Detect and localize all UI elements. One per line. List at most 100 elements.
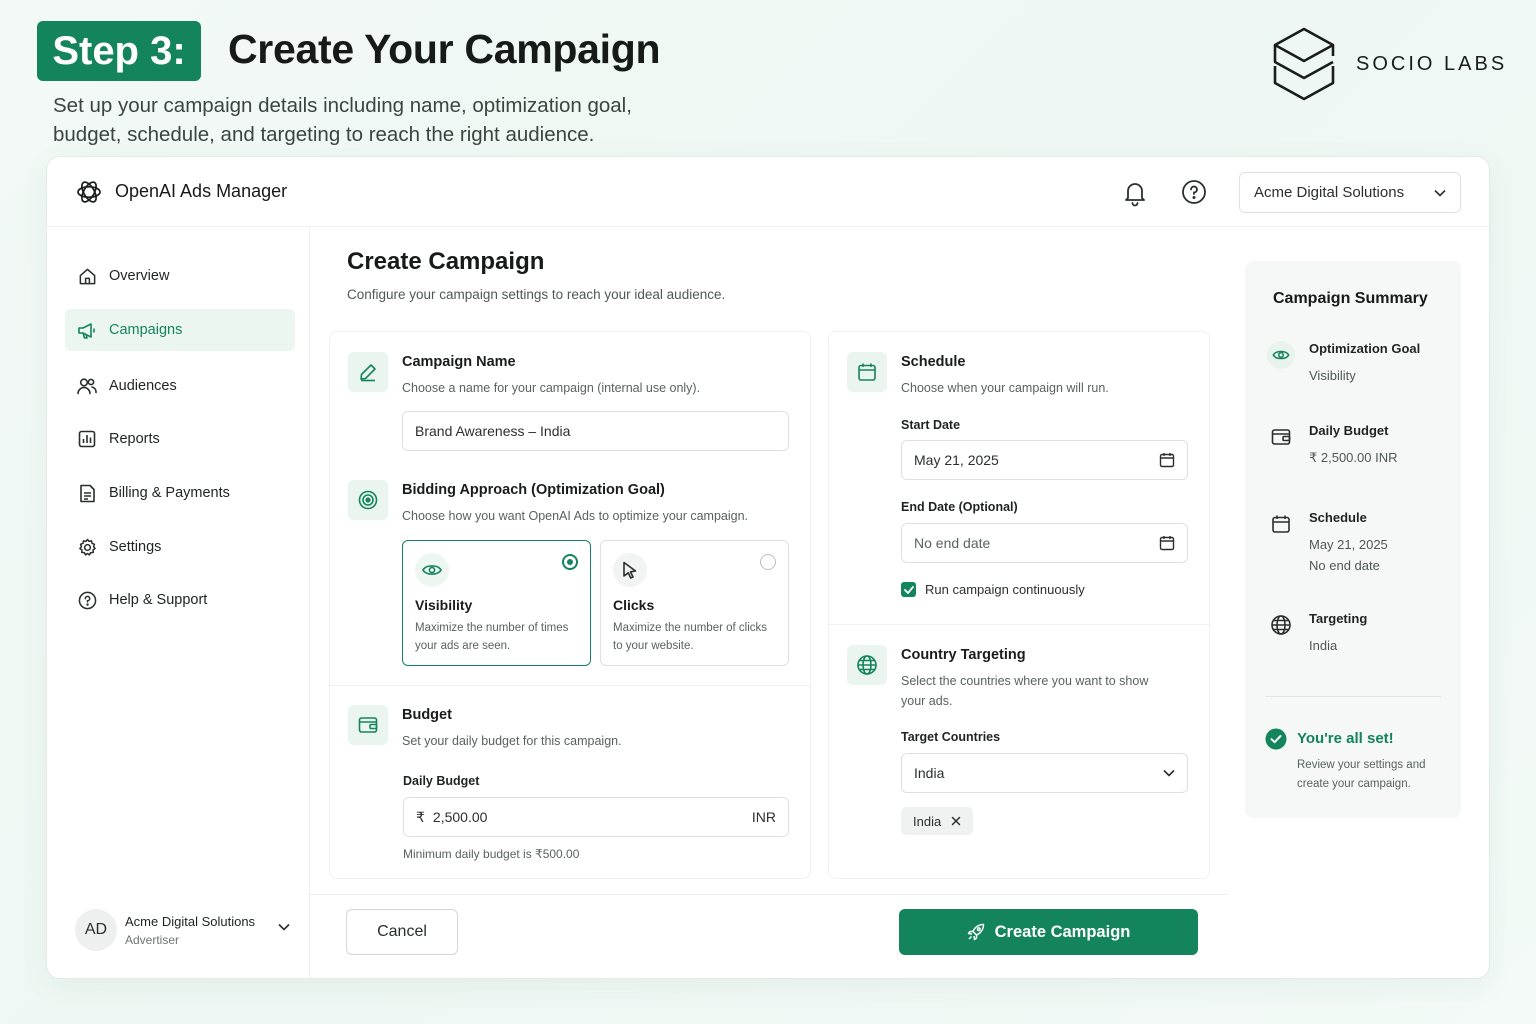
billing-icon xyxy=(77,483,97,503)
sidebar-item-label: Help & Support xyxy=(109,592,208,608)
schedule-desc: Choose when your campaign will run. xyxy=(901,381,1109,395)
close-icon[interactable] xyxy=(951,816,961,826)
campaign-name-value: Brand Awareness – India xyxy=(415,423,571,439)
avatar: AD xyxy=(75,909,117,951)
radio-selected[interactable] xyxy=(562,554,578,570)
sidebar-item-reports[interactable]: Reports xyxy=(65,418,295,460)
sidebar-item-billing[interactable]: Billing & Payments xyxy=(65,472,295,514)
schedule-title: Schedule xyxy=(901,354,966,370)
calendar-icon xyxy=(847,352,887,392)
calendar-icon xyxy=(1267,510,1295,538)
chevron-down-icon xyxy=(1163,769,1175,777)
start-date-value: May 21, 2025 xyxy=(914,452,999,468)
end-date-label: End Date (Optional) xyxy=(901,500,1018,514)
budget-desc: Set your daily budget for this campaign. xyxy=(402,734,622,748)
sidebar-item-label: Campaigns xyxy=(109,322,183,338)
daily-budget-value: 2,500.00 xyxy=(432,809,488,825)
top-bar: OpenAI Ads Manager Acme Digital Solution… xyxy=(47,157,1489,227)
chevron-down-icon xyxy=(278,923,290,931)
bidding-title: Bidding Approach (Optimization Goal) xyxy=(402,482,665,498)
currency-code: INR xyxy=(751,809,776,825)
cancel-button[interactable]: Cancel xyxy=(346,909,458,955)
notifications-button[interactable] xyxy=(1122,179,1148,207)
budget-hint: Minimum daily budget is ₹500.00 xyxy=(403,847,580,861)
country-targeting-title: Country Targeting xyxy=(901,647,1026,663)
schedule-targeting-panel: Schedule Choose when your campaign will … xyxy=(828,331,1210,879)
campaign-summary-panel: Campaign Summary Optimization Goal Visib… xyxy=(1245,261,1461,818)
ready-text: Review your settings and create your cam… xyxy=(1297,759,1426,790)
summary-schedule-value: May 21, 2025 No end date xyxy=(1309,534,1388,576)
user-role: Advertiser xyxy=(125,932,180,947)
option-visibility[interactable]: Visibility Maximize the number of times … xyxy=(402,540,591,666)
summary-goal-label: Optimization Goal xyxy=(1309,341,1421,356)
summary-title: Campaign Summary xyxy=(1273,290,1428,307)
start-date-input[interactable]: May 21, 2025 xyxy=(901,440,1188,480)
reports-icon xyxy=(77,429,97,449)
user-name: Acme Digital Solutions xyxy=(125,913,256,929)
end-date-input[interactable]: No end date xyxy=(901,523,1188,563)
openai-logo-icon xyxy=(77,181,101,203)
help-button[interactable] xyxy=(1181,179,1207,205)
question-icon xyxy=(1182,180,1206,204)
help-icon xyxy=(77,590,97,610)
calendar-icon[interactable] xyxy=(1159,535,1175,551)
sidebar-item-overview[interactable]: Overview xyxy=(65,255,295,297)
form-title: Create Campaign xyxy=(347,248,545,275)
sidebar-item-label: Overview xyxy=(109,268,170,284)
create-campaign-label: Create Campaign xyxy=(994,922,1131,941)
option-desc: Maximize the number of times your ads ar… xyxy=(415,622,569,652)
campaign-name-input[interactable]: Brand Awareness – India xyxy=(402,411,789,451)
run-continuously-checkbox[interactable]: Run campaign continuously xyxy=(901,582,1085,597)
rocket-icon xyxy=(967,923,984,941)
chip-label: India xyxy=(913,813,942,829)
sidebar: Overview Campaigns Audiences Reports Bil… xyxy=(47,227,310,978)
check-circle-icon xyxy=(1265,728,1287,750)
account-selector[interactable]: Acme Digital Solutions xyxy=(1239,172,1461,213)
eye-icon xyxy=(415,553,449,587)
summary-targeting-label: Targeting xyxy=(1309,611,1368,626)
option-clicks[interactable]: Clicks Maximize the number of clicks to … xyxy=(600,540,789,666)
radio-unselected[interactable] xyxy=(760,554,776,570)
target-countries-select[interactable]: India xyxy=(901,753,1188,793)
calendar-icon[interactable] xyxy=(1159,452,1175,468)
summary-budget-value: ₹ 2,500.00 INR xyxy=(1309,450,1398,465)
footer-divider xyxy=(310,894,1228,895)
campaign-name-desc: Choose a name for your campaign (interna… xyxy=(402,381,701,395)
globe-icon xyxy=(847,645,887,685)
country-chip: India xyxy=(901,807,974,835)
sidebar-item-settings[interactable]: Settings xyxy=(65,526,295,568)
page-heading: Create Your Campaign xyxy=(228,26,661,72)
summary-schedule-start: May 21, 2025 xyxy=(1309,537,1388,552)
summary-schedule-label: Schedule xyxy=(1309,510,1367,525)
account-name: Acme Digital Solutions xyxy=(1254,184,1405,201)
summary-budget-label: Daily Budget xyxy=(1309,423,1389,438)
pencil-icon xyxy=(348,352,388,392)
daily-budget-input[interactable]: ₹ 2,500.00 INR xyxy=(403,797,789,837)
eye-icon xyxy=(1267,341,1295,369)
page-description: Set up your campaign details including n… xyxy=(53,94,632,146)
sidebar-item-campaigns[interactable]: Campaigns xyxy=(65,309,295,351)
checkbox-label: Run campaign continuously xyxy=(925,582,1085,597)
create-campaign-button[interactable]: Create Campaign xyxy=(899,909,1198,955)
ads-manager-window: OpenAI Ads Manager Acme Digital Solution… xyxy=(46,156,1490,979)
brand-name: SOCIO LABS xyxy=(1356,52,1508,75)
checkbox-checked[interactable] xyxy=(901,582,916,597)
sidebar-item-help[interactable]: Help & Support xyxy=(65,579,295,621)
chevron-down-icon xyxy=(1434,189,1446,197)
check-icon xyxy=(903,585,914,594)
section-divider xyxy=(829,624,1209,625)
globe-icon xyxy=(1267,611,1295,639)
option-desc: Maximize the number of clicks to your we… xyxy=(613,622,768,652)
target-icon xyxy=(348,480,388,520)
summary-goal-value: Visibility xyxy=(1309,368,1356,383)
start-date-label: Start Date xyxy=(901,418,961,432)
user-account-menu[interactable]: AD Acme Digital Solutions Advertiser xyxy=(75,907,290,953)
wallet-icon xyxy=(1267,423,1295,451)
sidebar-item-audiences[interactable]: Audiences xyxy=(65,365,295,407)
target-countries-label: Target Countries xyxy=(901,730,1001,744)
summary-divider xyxy=(1265,696,1441,697)
ready-title: You're all set! xyxy=(1297,730,1394,747)
home-icon xyxy=(77,266,97,286)
currency-symbol: ₹ xyxy=(416,808,425,825)
cursor-icon xyxy=(613,553,647,587)
